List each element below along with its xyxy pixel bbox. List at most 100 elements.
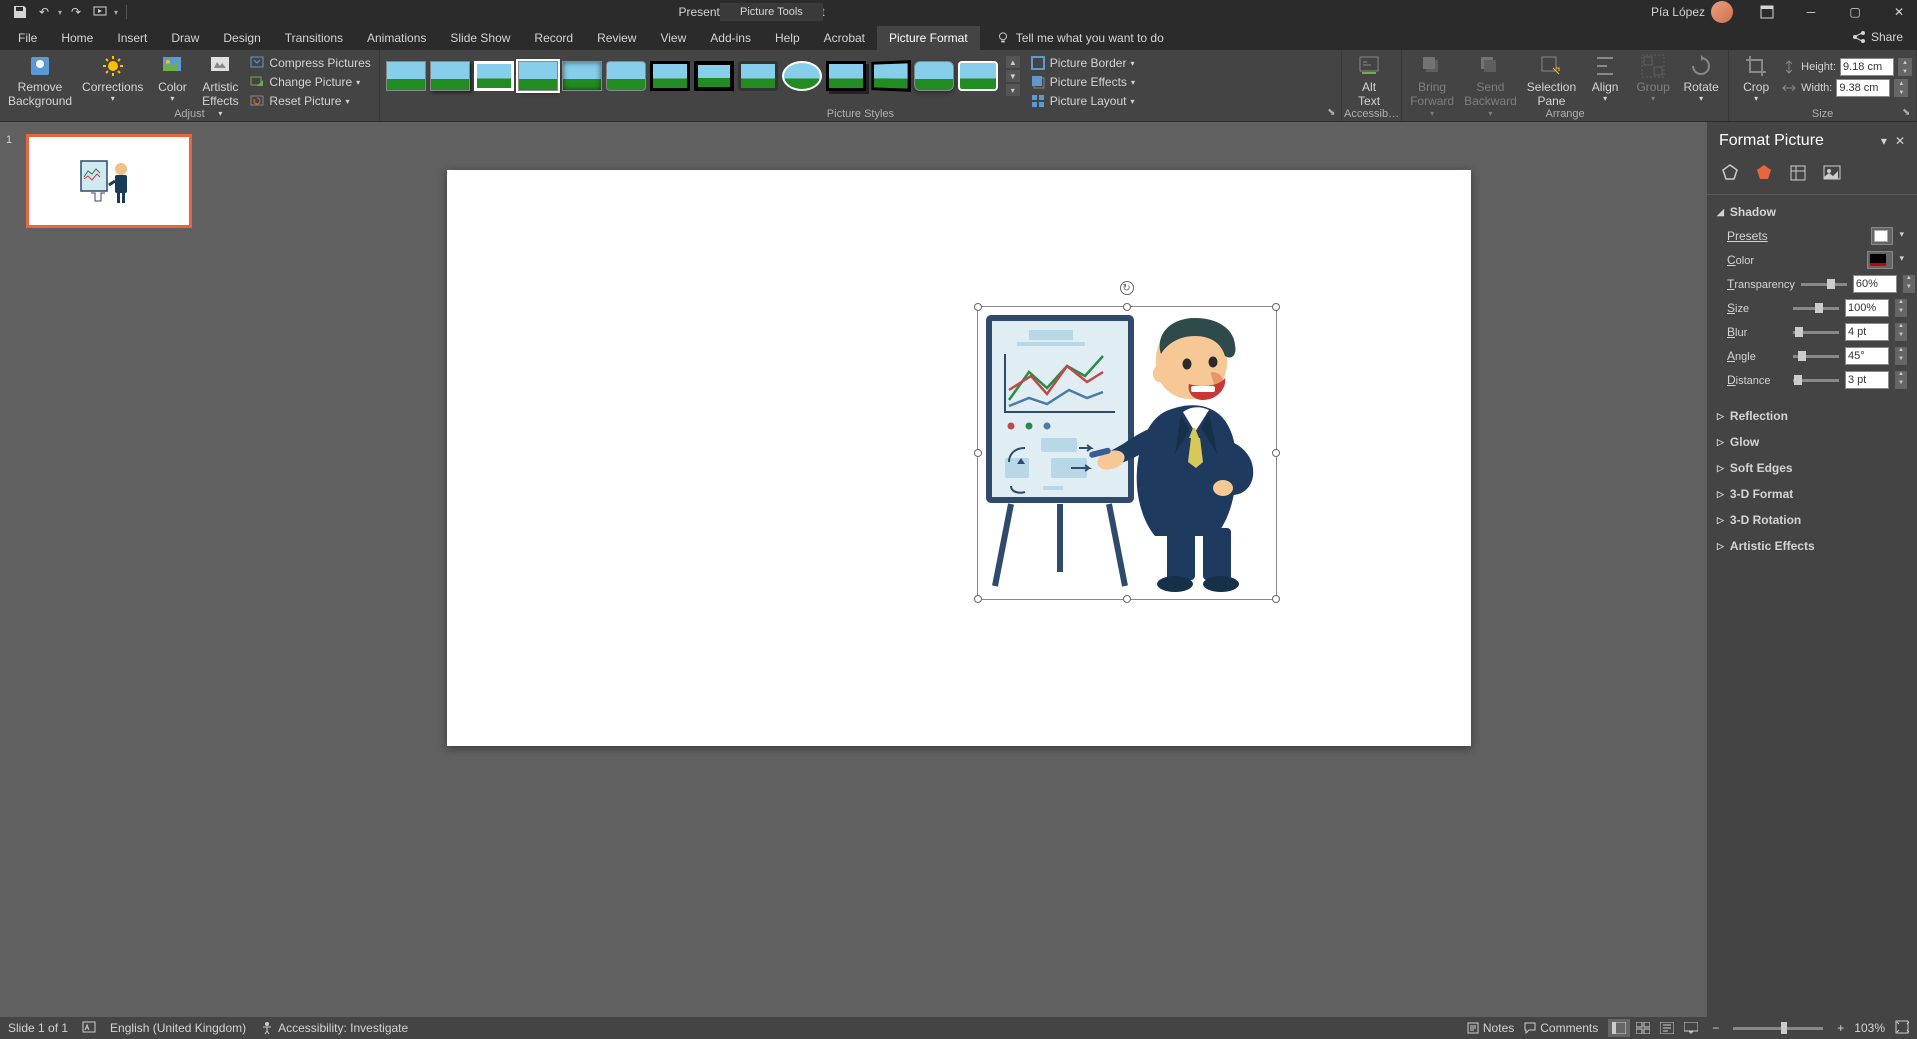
pane-close-button[interactable]: ✕	[1895, 134, 1905, 148]
angle-slider[interactable]	[1793, 355, 1839, 358]
color-dropdown[interactable]	[1867, 251, 1893, 269]
slideshow-view-button[interactable]	[1680, 1019, 1702, 1037]
handle-bottom-mid[interactable]	[1123, 595, 1131, 603]
size-dialog-launcher[interactable]: ⬊	[1902, 107, 1914, 119]
comments-button[interactable]: Comments	[1524, 1021, 1598, 1035]
width-input[interactable]	[1836, 79, 1890, 97]
tab-help[interactable]: Help	[763, 26, 812, 50]
share-button[interactable]: Share	[1837, 24, 1917, 50]
slide-thumbnail-1[interactable]: 1	[10, 134, 200, 228]
picture-effects-button[interactable]: Picture Effects ▾	[1026, 73, 1139, 91]
style-thumb-4[interactable]	[518, 61, 558, 91]
start-from-beginning-button[interactable]	[90, 2, 110, 22]
size-input[interactable]	[1845, 299, 1889, 317]
handle-top-right[interactable]	[1272, 303, 1280, 311]
style-thumb-3[interactable]	[474, 61, 514, 91]
section-header-soft-edges[interactable]: ▷Soft Edges	[1717, 457, 1907, 479]
group-button[interactable]: Group▾	[1630, 52, 1676, 106]
zoom-slider[interactable]	[1733, 1027, 1823, 1030]
corrections-button[interactable]: Corrections▾	[78, 52, 147, 106]
size-slider[interactable]	[1793, 307, 1839, 310]
style-thumb-13[interactable]	[914, 61, 954, 91]
rotate-button[interactable]: Rotate▾	[1678, 52, 1724, 106]
tab-view[interactable]: View	[648, 26, 698, 50]
style-thumb-14[interactable]	[958, 61, 998, 91]
distance-slider[interactable]	[1793, 379, 1839, 382]
crop-button[interactable]: Crop▾	[1733, 52, 1779, 106]
height-spinner[interactable]: ▲▼	[1898, 58, 1912, 76]
handle-bottom-left[interactable]	[974, 595, 982, 603]
pane-tab-picture[interactable]	[1821, 162, 1843, 184]
tab-home[interactable]: Home	[49, 26, 105, 50]
undo-button[interactable]: ↶	[34, 2, 54, 22]
blur-spinner[interactable]: ▲▼	[1895, 323, 1907, 341]
angle-input[interactable]	[1845, 347, 1889, 365]
accessibility-status[interactable]: Accessibility: Investigate	[260, 1021, 408, 1035]
transparency-spinner[interactable]: ▲▼	[1903, 275, 1915, 293]
slide-sorter-button[interactable]	[1632, 1019, 1654, 1037]
handle-right-mid[interactable]	[1272, 449, 1280, 457]
presets-dropdown[interactable]	[1871, 227, 1893, 245]
spelling-icon[interactable]	[82, 1020, 96, 1037]
section-header-reflection[interactable]: ▷Reflection	[1717, 405, 1907, 427]
tab-review[interactable]: Review	[585, 26, 648, 50]
compress-pictures-button[interactable]: Compress Pictures	[245, 54, 374, 72]
handle-left-mid[interactable]	[974, 449, 982, 457]
style-thumb-5[interactable]	[562, 61, 602, 91]
color-button[interactable]: Color▾	[149, 52, 195, 106]
user-account[interactable]: Pía López	[1651, 1, 1741, 23]
pane-options-button[interactable]: ▾	[1881, 134, 1887, 148]
picture-border-button[interactable]: Picture Border ▾	[1026, 54, 1139, 72]
handle-top-mid[interactable]	[1123, 303, 1131, 311]
tab-acrobat[interactable]: Acrobat	[812, 26, 877, 50]
tab-draw[interactable]: Draw	[159, 26, 211, 50]
section-header-shadow[interactable]: ◢Shadow	[1717, 201, 1907, 223]
tab-insert[interactable]: Insert	[105, 26, 159, 50]
zoom-value[interactable]: 103%	[1854, 1021, 1885, 1035]
slide-count-status[interactable]: Slide 1 of 1	[8, 1021, 68, 1035]
section-header-glow[interactable]: ▷Glow	[1717, 431, 1907, 453]
height-input[interactable]	[1840, 58, 1894, 76]
rotate-handle[interactable]	[1120, 281, 1134, 295]
fit-to-window-button[interactable]	[1895, 1020, 1909, 1037]
angle-spinner[interactable]: ▲▼	[1895, 347, 1907, 365]
alt-text-button[interactable]: Alt Text	[1346, 52, 1392, 111]
redo-button[interactable]: ↷	[66, 2, 86, 22]
distance-input[interactable]	[1845, 371, 1889, 389]
style-thumb-8[interactable]	[694, 61, 734, 91]
slide-canvas-area[interactable]	[210, 122, 1707, 1017]
width-spinner[interactable]: ▲▼	[1894, 79, 1908, 97]
selection-pane-button[interactable]: Selection Pane	[1523, 52, 1580, 111]
section-header-artistic-effects[interactable]: ▷Artistic Effects	[1717, 535, 1907, 557]
style-thumb-7[interactable]	[650, 61, 690, 91]
save-button[interactable]	[10, 2, 30, 22]
section-header-3d-rotation[interactable]: ▷3-D Rotation	[1717, 509, 1907, 531]
tab-file[interactable]: File	[6, 26, 49, 50]
tab-addins[interactable]: Add-ins	[698, 26, 763, 50]
handle-top-left[interactable]	[974, 303, 982, 311]
pane-tab-effects[interactable]	[1753, 162, 1775, 184]
style-thumb-12[interactable]	[871, 60, 911, 92]
transparency-input[interactable]	[1853, 275, 1897, 293]
tab-transitions[interactable]: Transitions	[273, 26, 355, 50]
styles-dialog-launcher[interactable]: ⬊	[1327, 107, 1339, 119]
blur-input[interactable]	[1845, 323, 1889, 341]
maximize-button[interactable]: ▢	[1837, 0, 1873, 24]
tell-me-search[interactable]: Tell me what you want to do	[984, 26, 1176, 50]
style-thumb-2[interactable]	[430, 61, 470, 91]
handle-bottom-right[interactable]	[1272, 595, 1280, 603]
change-picture-button[interactable]: Change Picture ▾	[245, 73, 374, 91]
tab-slideshow[interactable]: Slide Show	[438, 26, 522, 50]
tab-animations[interactable]: Animations	[355, 26, 438, 50]
tab-design[interactable]: Design	[211, 26, 272, 50]
section-header-3d-format[interactable]: ▷3-D Format	[1717, 483, 1907, 505]
pane-tab-fill[interactable]	[1719, 162, 1741, 184]
blur-slider[interactable]	[1793, 331, 1839, 334]
distance-spinner[interactable]: ▲▼	[1895, 371, 1907, 389]
slide[interactable]	[447, 170, 1471, 746]
size-spinner[interactable]: ▲▼	[1895, 299, 1907, 317]
remove-background-button[interactable]: Remove Background	[4, 52, 76, 111]
style-thumb-11[interactable]	[826, 61, 866, 91]
pane-tab-size[interactable]	[1787, 162, 1809, 184]
transparency-slider[interactable]	[1801, 283, 1847, 286]
